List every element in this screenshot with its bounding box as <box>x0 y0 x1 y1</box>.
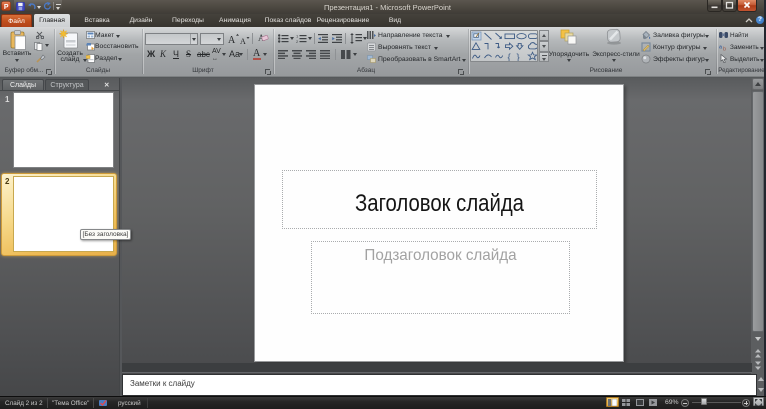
svg-text:}: } <box>517 52 520 61</box>
svg-text:A: A <box>228 35 236 44</box>
svg-text:P: P <box>4 4 9 11</box>
svg-text:A: A <box>240 37 246 45</box>
svg-text:1: 1 <box>296 34 299 38</box>
svg-text:2: 2 <box>296 39 299 43</box>
svg-text:{: { <box>508 52 511 61</box>
svg-text:b: b <box>723 47 726 52</box>
